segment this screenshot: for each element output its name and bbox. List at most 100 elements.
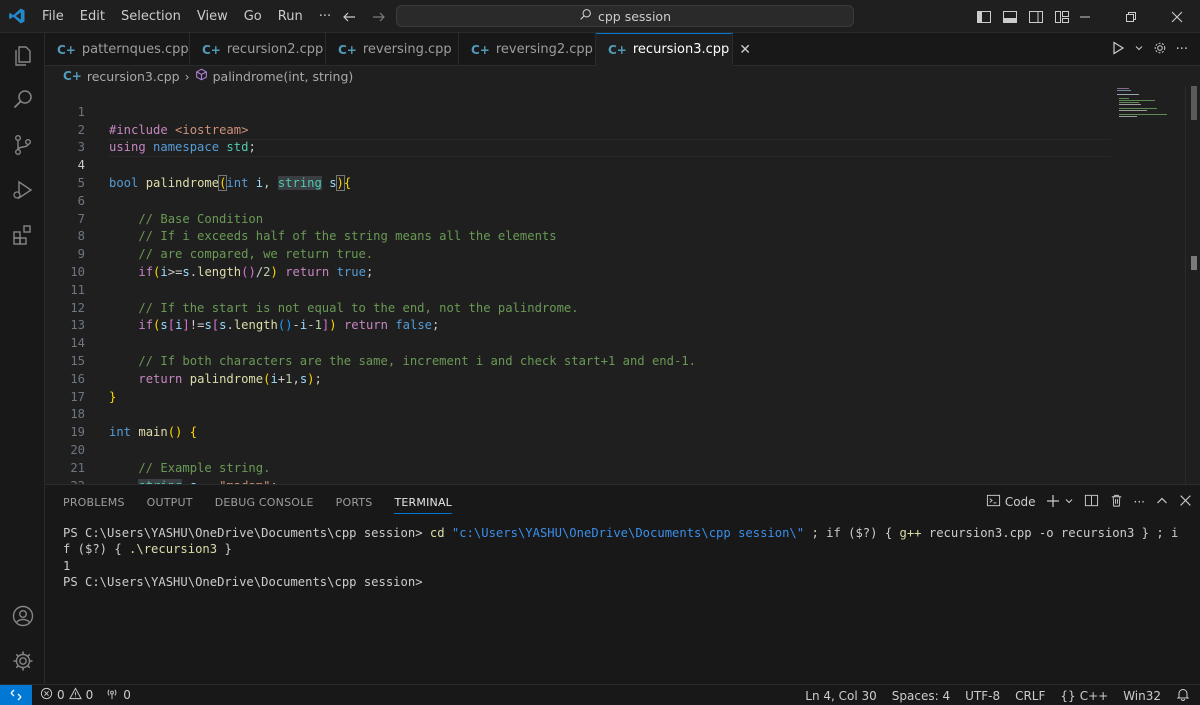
menu-go[interactable]: Go bbox=[236, 0, 270, 33]
terminal-icon bbox=[986, 493, 1001, 511]
error-count: 0 bbox=[57, 688, 65, 702]
status-bar: 0 0 0 Ln 4, Col 30 Spaces: 4 UTF-8 CRLF … bbox=[0, 684, 1200, 705]
warning-count: 0 bbox=[85, 688, 94, 702]
code-line: 4 bool palindrome(int i, string s){ bbox=[45, 139, 1115, 191]
cursor-position[interactable]: Ln 4, Col 30 bbox=[805, 689, 877, 703]
scrollbar-marker bbox=[1191, 256, 1197, 270]
menu-selection[interactable]: Selection bbox=[113, 0, 189, 33]
more-actions-icon[interactable]: ··· bbox=[1134, 495, 1145, 509]
symbol-method-icon bbox=[195, 68, 208, 84]
platform[interactable]: Win32 bbox=[1123, 689, 1161, 703]
tab-terminal[interactable]: TERMINAL bbox=[394, 496, 452, 514]
code-line: 21 string s = "madam"; bbox=[45, 442, 1115, 484]
terminal-selector[interactable]: Code bbox=[986, 493, 1036, 511]
maximize-panel-icon[interactable] bbox=[1155, 494, 1169, 511]
title-bar: File Edit Selection View Go Run ··· cpp … bbox=[0, 0, 1200, 33]
tab-output[interactable]: OUTPUT bbox=[147, 496, 193, 509]
command-center-search[interactable]: cpp session bbox=[396, 5, 854, 27]
code-line: 8 // are compared, we return true. bbox=[45, 211, 1115, 261]
layout-controls bbox=[975, 0, 1071, 33]
accounts-icon[interactable] bbox=[0, 593, 45, 639]
menu-run[interactable]: Run bbox=[270, 0, 311, 33]
menu-view[interactable]: View bbox=[189, 0, 236, 33]
forward-arrow-icon[interactable] bbox=[370, 8, 388, 26]
panel-actions: Code ··· bbox=[986, 485, 1192, 519]
cpp-file-icon: C+ bbox=[63, 69, 82, 83]
terminal-output[interactable]: PS C:\Users\YASHU\OneDrive\Documents\cpp… bbox=[63, 525, 1183, 591]
trash-icon[interactable] bbox=[1109, 493, 1124, 511]
activity-bar bbox=[0, 33, 45, 684]
cpp-file-icon: C+ bbox=[471, 42, 490, 57]
tab-problems[interactable]: PROBLEMS bbox=[63, 496, 125, 509]
terminal-command: .\recursion3 bbox=[129, 542, 218, 557]
code-line: 2 using namespace std; bbox=[45, 104, 1115, 155]
breadcrumb-symbol[interactable]: palindrome(int, string) bbox=[213, 69, 354, 84]
indentation[interactable]: Spaces: 4 bbox=[892, 689, 950, 703]
encoding[interactable]: UTF-8 bbox=[965, 689, 1000, 703]
toggle-primary-sidebar-icon[interactable] bbox=[975, 8, 993, 26]
code-line: 7 // If i exceeds half of the string mea… bbox=[45, 193, 1115, 244]
extensions-icon[interactable] bbox=[0, 212, 45, 258]
terminal-prompt: PS C:\Users\YASHU\OneDrive\Documents\cpp… bbox=[63, 526, 430, 540]
tab-reversing2[interactable]: C+ reversing2.cpp bbox=[459, 33, 596, 66]
code-line: 17 bbox=[45, 371, 1115, 404]
restore-icon[interactable] bbox=[1108, 0, 1154, 33]
code-line: 12 if(s[i]!=s[s.length()-i-1]) return fa… bbox=[45, 282, 1115, 333]
scrollbar-thumb[interactable] bbox=[1191, 86, 1197, 120]
cpp-file-icon: C+ bbox=[202, 42, 221, 57]
code-line: 19 bbox=[45, 406, 1115, 439]
settings-gear-icon[interactable] bbox=[1152, 40, 1168, 60]
close-panel-icon[interactable] bbox=[1179, 494, 1192, 510]
breadcrumb-file[interactable]: recursion3.cpp bbox=[87, 69, 180, 84]
ports-status[interactable]: 0 bbox=[105, 687, 131, 703]
toggle-panel-icon[interactable] bbox=[1001, 8, 1019, 26]
tab-recursion2[interactable]: C+ recursion2.cpp bbox=[190, 33, 326, 66]
editor-scrollbar[interactable] bbox=[1185, 86, 1200, 484]
menu-file[interactable]: File bbox=[34, 0, 72, 33]
cpp-file-icon: C+ bbox=[338, 42, 357, 57]
editor-actions: ··· bbox=[1110, 33, 1200, 66]
tab-label: recursion3.cpp bbox=[632, 42, 730, 57]
tab-reversing[interactable]: C+ reversing.cpp bbox=[326, 33, 459, 66]
tab-recursion3[interactable]: C+ recursion3.cpp ✕ bbox=[596, 33, 751, 66]
code-line: 16 } bbox=[45, 353, 1115, 404]
manage-gear-icon[interactable] bbox=[0, 638, 45, 684]
new-terminal-button[interactable] bbox=[1046, 494, 1074, 511]
code-line: 10 bbox=[45, 246, 1115, 279]
breadcrumb: C+ recursion3.cpp › palindrome(int, stri… bbox=[45, 66, 1200, 86]
code-line: 15 return palindrome(i+1,s); bbox=[45, 335, 1115, 386]
braces-icon: {} bbox=[1060, 688, 1076, 703]
chevron-down-icon[interactable] bbox=[1134, 42, 1144, 57]
split-terminal-icon[interactable] bbox=[1084, 493, 1099, 511]
tab-ports[interactable]: PORTS bbox=[336, 496, 373, 509]
problems-status[interactable]: 0 0 bbox=[40, 687, 93, 703]
run-file-icon[interactable] bbox=[1110, 40, 1126, 60]
end-of-line[interactable]: CRLF bbox=[1015, 689, 1045, 703]
bottom-panel: PROBLEMS OUTPUT DEBUG CONSOLE PORTS TERM… bbox=[45, 484, 1200, 684]
minimap[interactable] bbox=[1115, 86, 1185, 126]
tab-patternques[interactable]: C+ patternques.cpp bbox=[45, 33, 190, 66]
navigation-arrows bbox=[340, 0, 388, 33]
tab-label: reversing2.cpp bbox=[495, 42, 593, 57]
terminal-result: 1 bbox=[63, 558, 71, 573]
minimize-icon[interactable] bbox=[1062, 0, 1108, 33]
menu-edit[interactable]: Edit bbox=[72, 0, 113, 33]
notifications-bell-icon[interactable] bbox=[1176, 687, 1190, 704]
menu-more[interactable]: ··· bbox=[311, 0, 339, 33]
close-tab-icon[interactable]: ✕ bbox=[739, 42, 751, 58]
remote-indicator[interactable] bbox=[0, 684, 32, 705]
source-control-icon[interactable] bbox=[0, 122, 45, 168]
chevron-right-icon: › bbox=[184, 68, 190, 84]
run-debug-icon[interactable] bbox=[0, 167, 45, 213]
tab-label: patternques.cpp bbox=[81, 42, 189, 57]
toggle-secondary-sidebar-icon[interactable] bbox=[1027, 8, 1045, 26]
more-actions-icon[interactable]: ··· bbox=[1176, 42, 1188, 57]
code-editor[interactable]: 1 #include <iostream> 2 using namespace … bbox=[45, 86, 1200, 484]
close-window-icon[interactable] bbox=[1154, 0, 1200, 33]
explorer-icon[interactable] bbox=[0, 33, 45, 79]
search-view-icon[interactable] bbox=[0, 77, 45, 123]
code-line: 5 bbox=[45, 157, 1115, 190]
tab-debug-console[interactable]: DEBUG CONSOLE bbox=[215, 496, 314, 509]
language-mode[interactable]: {} C++ bbox=[1060, 689, 1108, 703]
back-arrow-icon[interactable] bbox=[340, 8, 358, 26]
